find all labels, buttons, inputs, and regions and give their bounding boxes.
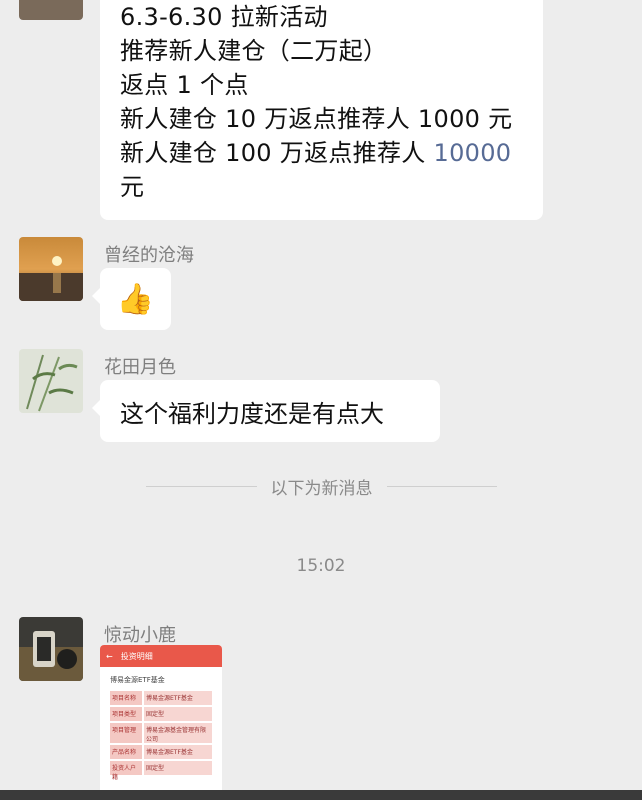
card-row: 项目名称 博易金源ETF基金: [110, 691, 212, 705]
message-line: 6.3-6.30 拉新活动: [120, 3, 328, 31]
new-messages-divider: 以下为新消息: [146, 475, 497, 499]
message-line: 新人建仓 10 万返点推荐人 1000 元: [120, 105, 513, 133]
card-row-key: 项目类型: [110, 707, 142, 721]
thumbs-up-icon: 👍: [116, 281, 155, 317]
divider-line: [146, 485, 257, 487]
message-line: 推荐新人建仓（二万起）: [120, 37, 388, 65]
card-row-value: 固定型: [144, 761, 212, 775]
cup-avatar-image: [19, 617, 83, 681]
card-row-key: 投资人户籍: [110, 761, 142, 781]
message-text: 新人建仓 100 万返点推荐人: [120, 139, 434, 167]
timestamp: 15:02: [296, 556, 346, 576]
card-row-value: 博易金源基金管理有限公司: [144, 723, 212, 743]
message-line: 新人建仓 100 万返点推荐人 10000 元: [120, 136, 530, 204]
sender-name: 花田月色: [104, 357, 176, 378]
card-row-key: 产品名称: [110, 745, 142, 759]
message-line: 返点 1 个点: [120, 71, 249, 99]
card-row: 投资人户籍 固定型: [110, 761, 212, 781]
divider-label: 以下为新消息: [270, 478, 373, 499]
message-text: 这个福利力度还是有点大: [120, 399, 384, 428]
message-text: 元: [120, 173, 145, 201]
bottom-bar: [0, 790, 642, 800]
message-bubble[interactable]: 这个福利力度还是有点大: [92, 380, 440, 442]
card-row: 项目类型 固定型: [110, 707, 212, 721]
avatar[interactable]: [19, 349, 83, 413]
bamboo-avatar-image: [19, 349, 83, 413]
sunset-avatar-image: [19, 237, 83, 301]
card-row-key: 项目名称: [110, 691, 142, 705]
phone-number-link[interactable]: 10000: [434, 139, 512, 167]
card-subtitle: 博易金源ETF基金: [110, 676, 165, 684]
card-row-value: 博易金源ETF基金: [144, 745, 212, 759]
avatar[interactable]: [19, 237, 83, 301]
back-arrow-icon: ←: [106, 651, 113, 661]
sender-name: 曾经的沧海: [104, 245, 194, 266]
card-row-value: 博易金源ETF基金: [144, 691, 212, 705]
avatar[interactable]: [19, 617, 83, 681]
sender-name: 惊动小鹿: [104, 625, 176, 646]
card-row-key: 项目管理: [110, 723, 142, 743]
card-row-value: 固定型: [144, 707, 212, 721]
card-header-title: 投资明细: [120, 651, 153, 661]
message-bubble[interactable]: 6.3-6.30 拉新活动 推荐新人建仓（二万起） 返点 1 个点 新人建仓 1…: [100, 0, 543, 220]
message-bubble[interactable]: 👍: [92, 268, 171, 330]
avatar[interactable]: [19, 0, 83, 20]
card-row: 产品名称 博易金源ETF基金: [110, 745, 212, 759]
divider-line: [386, 485, 497, 487]
card-header: ← 投资明细: [100, 645, 222, 667]
card-row: 项目管理 博易金源基金管理有限公司: [110, 723, 212, 743]
image-message-thumbnail[interactable]: ← 投资明细 博易金源ETF基金 项目名称 博易金源ETF基金 项目类型 固定型 项…: [100, 645, 222, 795]
